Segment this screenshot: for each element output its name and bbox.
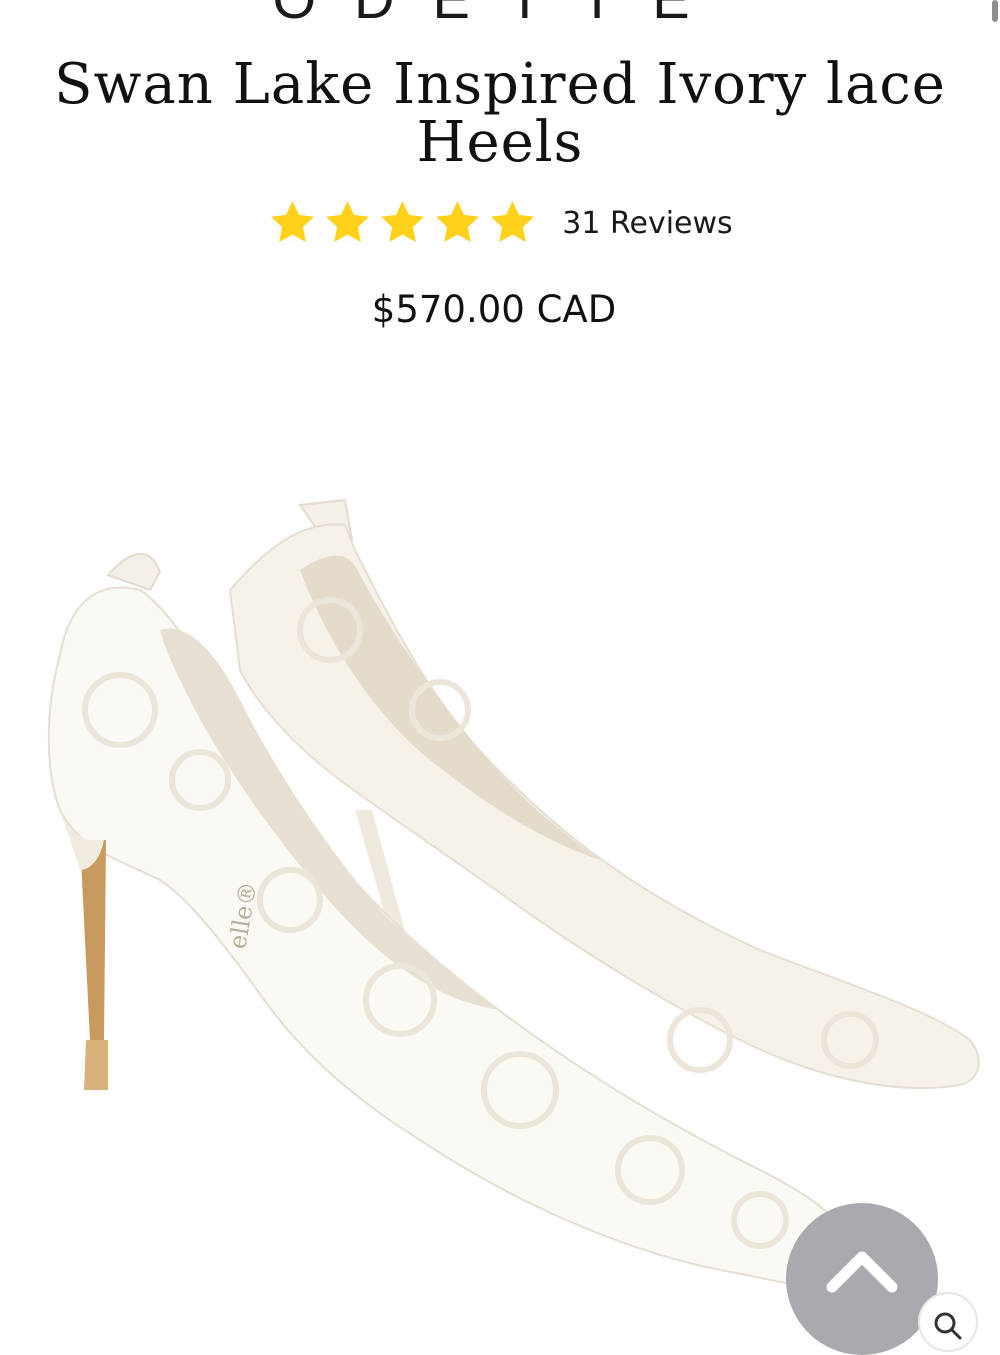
search-icon [934,1312,962,1340]
star-icon [381,201,425,242]
rating-stars [267,198,538,248]
search-widget-button[interactable] [918,1292,978,1352]
scroll-to-top-button[interactable] [786,1203,938,1355]
product-price: $570.00 CAD [371,288,617,331]
product-rating[interactable]: 31 Reviews [0,198,1000,248]
star-icon [326,201,370,242]
star-icon [491,201,535,242]
product-title: Swan Lake Inspired Ivory lace Heels [54,52,946,175]
front-shoe: elle® [47,553,879,1287]
chevron-up-icon [826,1251,898,1293]
star-icon [271,201,315,242]
brand-logo[interactable]: ODETTE [0,0,1000,26]
page-scrollbar[interactable] [992,0,998,22]
reviews-link[interactable]: 31 Reviews [562,206,732,241]
star-icon [436,201,480,242]
